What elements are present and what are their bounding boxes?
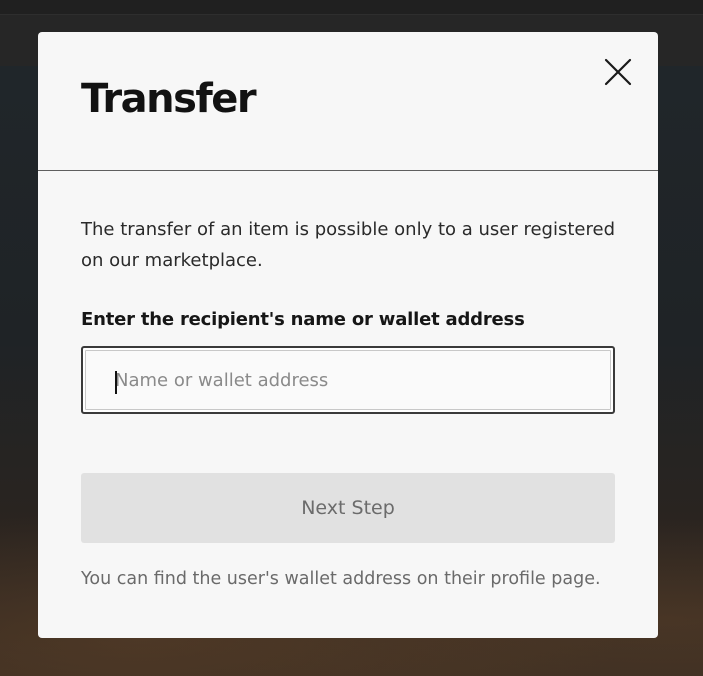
close-button[interactable] xyxy=(600,54,636,90)
modal-divider xyxy=(38,170,658,171)
close-icon xyxy=(604,58,632,86)
text-caret xyxy=(115,371,117,394)
transfer-description: The transfer of an item is possible only… xyxy=(81,219,615,271)
recipient-input-inner xyxy=(85,350,611,410)
page-backdrop: Transfer The transfer of an item is poss… xyxy=(0,0,703,676)
dimmed-header-strip xyxy=(0,0,703,15)
recipient-input[interactable] xyxy=(86,351,610,409)
next-step-button[interactable]: Next Step xyxy=(81,473,615,543)
recipient-input-frame xyxy=(81,346,615,414)
recipient-field-label: Enter the recipient's name or wallet add… xyxy=(81,309,525,330)
transfer-modal: Transfer The transfer of an item is poss… xyxy=(38,32,658,638)
modal-title: Transfer xyxy=(81,76,257,122)
wallet-hint-text: You can find the user's wallet address o… xyxy=(81,569,601,589)
